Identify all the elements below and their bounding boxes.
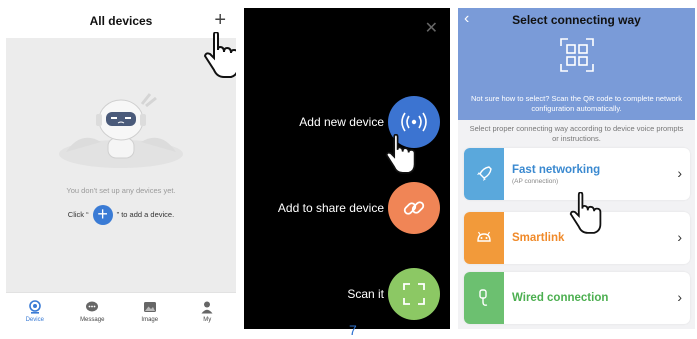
- add-share-device-button[interactable]: [388, 182, 440, 234]
- person-icon: [201, 301, 213, 313]
- tab-image[interactable]: Image: [121, 293, 179, 329]
- scan-it-action[interactable]: Scan it: [244, 268, 450, 320]
- add-share-device-action[interactable]: Add to share device: [244, 182, 450, 234]
- page-title: All devices: [89, 14, 153, 28]
- tab-label: Message: [80, 316, 105, 323]
- bottom-tab-bar: Device Message Image My: [6, 292, 236, 329]
- add-device-hint: Click “+” to add a device.: [6, 204, 236, 226]
- all-devices-screen: All devices + You don't set up any devic…: [6, 8, 236, 329]
- pointing-hand-icon: [203, 32, 236, 78]
- link-icon: [403, 201, 425, 215]
- option-subtitle: (AP connection): [512, 178, 559, 185]
- instruction-text: Select proper connecting way according t…: [469, 124, 684, 143]
- action-label: Scan it: [347, 287, 384, 301]
- page-number: 7: [349, 322, 357, 338]
- empty-state-text: You don't set up any devices yet.: [66, 186, 176, 195]
- plus-icon[interactable]: +: [214, 10, 226, 30]
- page-title: Select connecting way: [512, 13, 641, 27]
- tab-my[interactable]: My: [179, 293, 237, 329]
- scan-frame-icon: [403, 283, 425, 305]
- chat-icon: [86, 301, 99, 311]
- android-icon: [477, 231, 491, 242]
- tab-label: My: [203, 316, 212, 323]
- wired-connection-option[interactable]: Wired connection ›: [464, 272, 690, 324]
- option-icon-box: [464, 148, 504, 200]
- chevron-right-icon: ›: [677, 289, 682, 305]
- pointing-hand-icon: [569, 192, 602, 234]
- scan-it-button[interactable]: [388, 268, 440, 320]
- option-icon-box: [464, 272, 504, 324]
- select-connecting-way-screen: ‹ Select connecting way Not sure how to …: [458, 8, 695, 329]
- action-label: Add to share device: [277, 201, 384, 215]
- rocket-icon: [477, 166, 492, 181]
- tab-label: Device: [25, 316, 44, 323]
- robot-illustration-icon: [59, 93, 183, 168]
- image-icon: [143, 301, 156, 312]
- header: ‹ Select connecting way Not sure how to …: [458, 8, 695, 120]
- option-icon-box: [464, 212, 504, 264]
- hint-text-before: Click “: [67, 210, 89, 219]
- add-device-button[interactable]: +: [92, 205, 113, 226]
- option-label: Fast networking: [512, 164, 601, 176]
- add-new-device-action[interactable]: Add new device: [244, 96, 450, 148]
- close-icon[interactable]: ✕: [425, 18, 438, 38]
- option-label: Wired connection: [512, 292, 609, 304]
- cable-icon: [479, 289, 488, 306]
- qr-note: Not sure how to select? Scan the QR code…: [471, 94, 682, 113]
- webcam-icon: [28, 299, 41, 314]
- hint-text-after: ” to add a device.: [116, 210, 175, 219]
- tab-label: Image: [141, 316, 159, 323]
- pointing-hand-icon: [385, 134, 416, 174]
- action-label: Add new device: [299, 115, 384, 129]
- tab-device[interactable]: Device: [6, 293, 64, 329]
- qr-code-icon[interactable]: [560, 38, 594, 72]
- add-menu-overlay: ✕ Add new device Add to share device Sca…: [244, 8, 450, 329]
- chevron-right-icon: ›: [677, 229, 682, 245]
- tab-message[interactable]: Message: [64, 293, 122, 329]
- option-label: Smartlink: [512, 232, 565, 244]
- chevron-right-icon: ›: [677, 165, 682, 181]
- broadcast-icon: [401, 112, 427, 132]
